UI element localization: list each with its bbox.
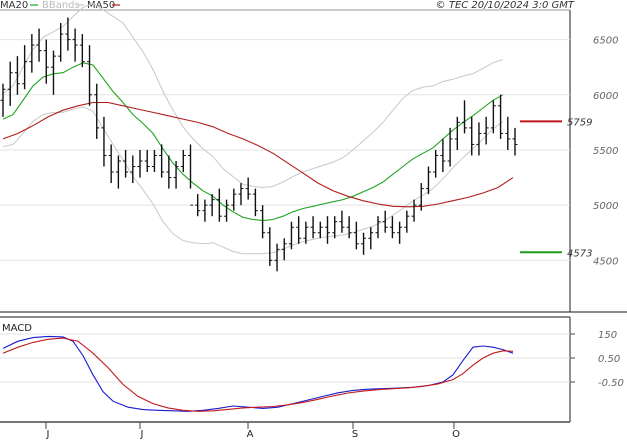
chart-header: MA20 BBands MA50 © TEC 20/10/2024 3:0 GM… <box>0 0 627 11</box>
macd-tick-label: 0.50 <box>598 354 620 365</box>
x-tick-label: J <box>140 429 144 440</box>
legend-ma20-label: MA20 <box>0 0 28 11</box>
level-label: 5759 <box>567 117 592 128</box>
macd-tick-label: -0.50 <box>598 378 624 389</box>
price-tick-label: 5500 <box>593 146 618 157</box>
price-tick-label: 4500 <box>593 256 618 267</box>
macd-tick-label: 150 <box>598 330 617 341</box>
macd-title: MACD <box>2 323 32 334</box>
legend-bbands-label: BBands <box>42 0 80 11</box>
price-tick-label: 5000 <box>593 201 618 212</box>
legend-ma50-label: MA50 <box>87 0 115 11</box>
x-tick-label: S <box>352 429 358 440</box>
stock-chart: MA20 BBands MA50 © TEC 20/10/2024 3:0 GM… <box>0 0 627 440</box>
level-label: 4573 <box>567 248 592 259</box>
price-tick-label: 6500 <box>593 36 618 47</box>
source-timestamp: © TEC 20/10/2024 3:0 GMT <box>436 0 575 11</box>
x-tick-label: J <box>46 429 50 440</box>
x-tick-label: A <box>247 429 254 440</box>
price-tick-label: 6000 <box>593 91 618 102</box>
x-tick-label: O <box>452 429 460 440</box>
